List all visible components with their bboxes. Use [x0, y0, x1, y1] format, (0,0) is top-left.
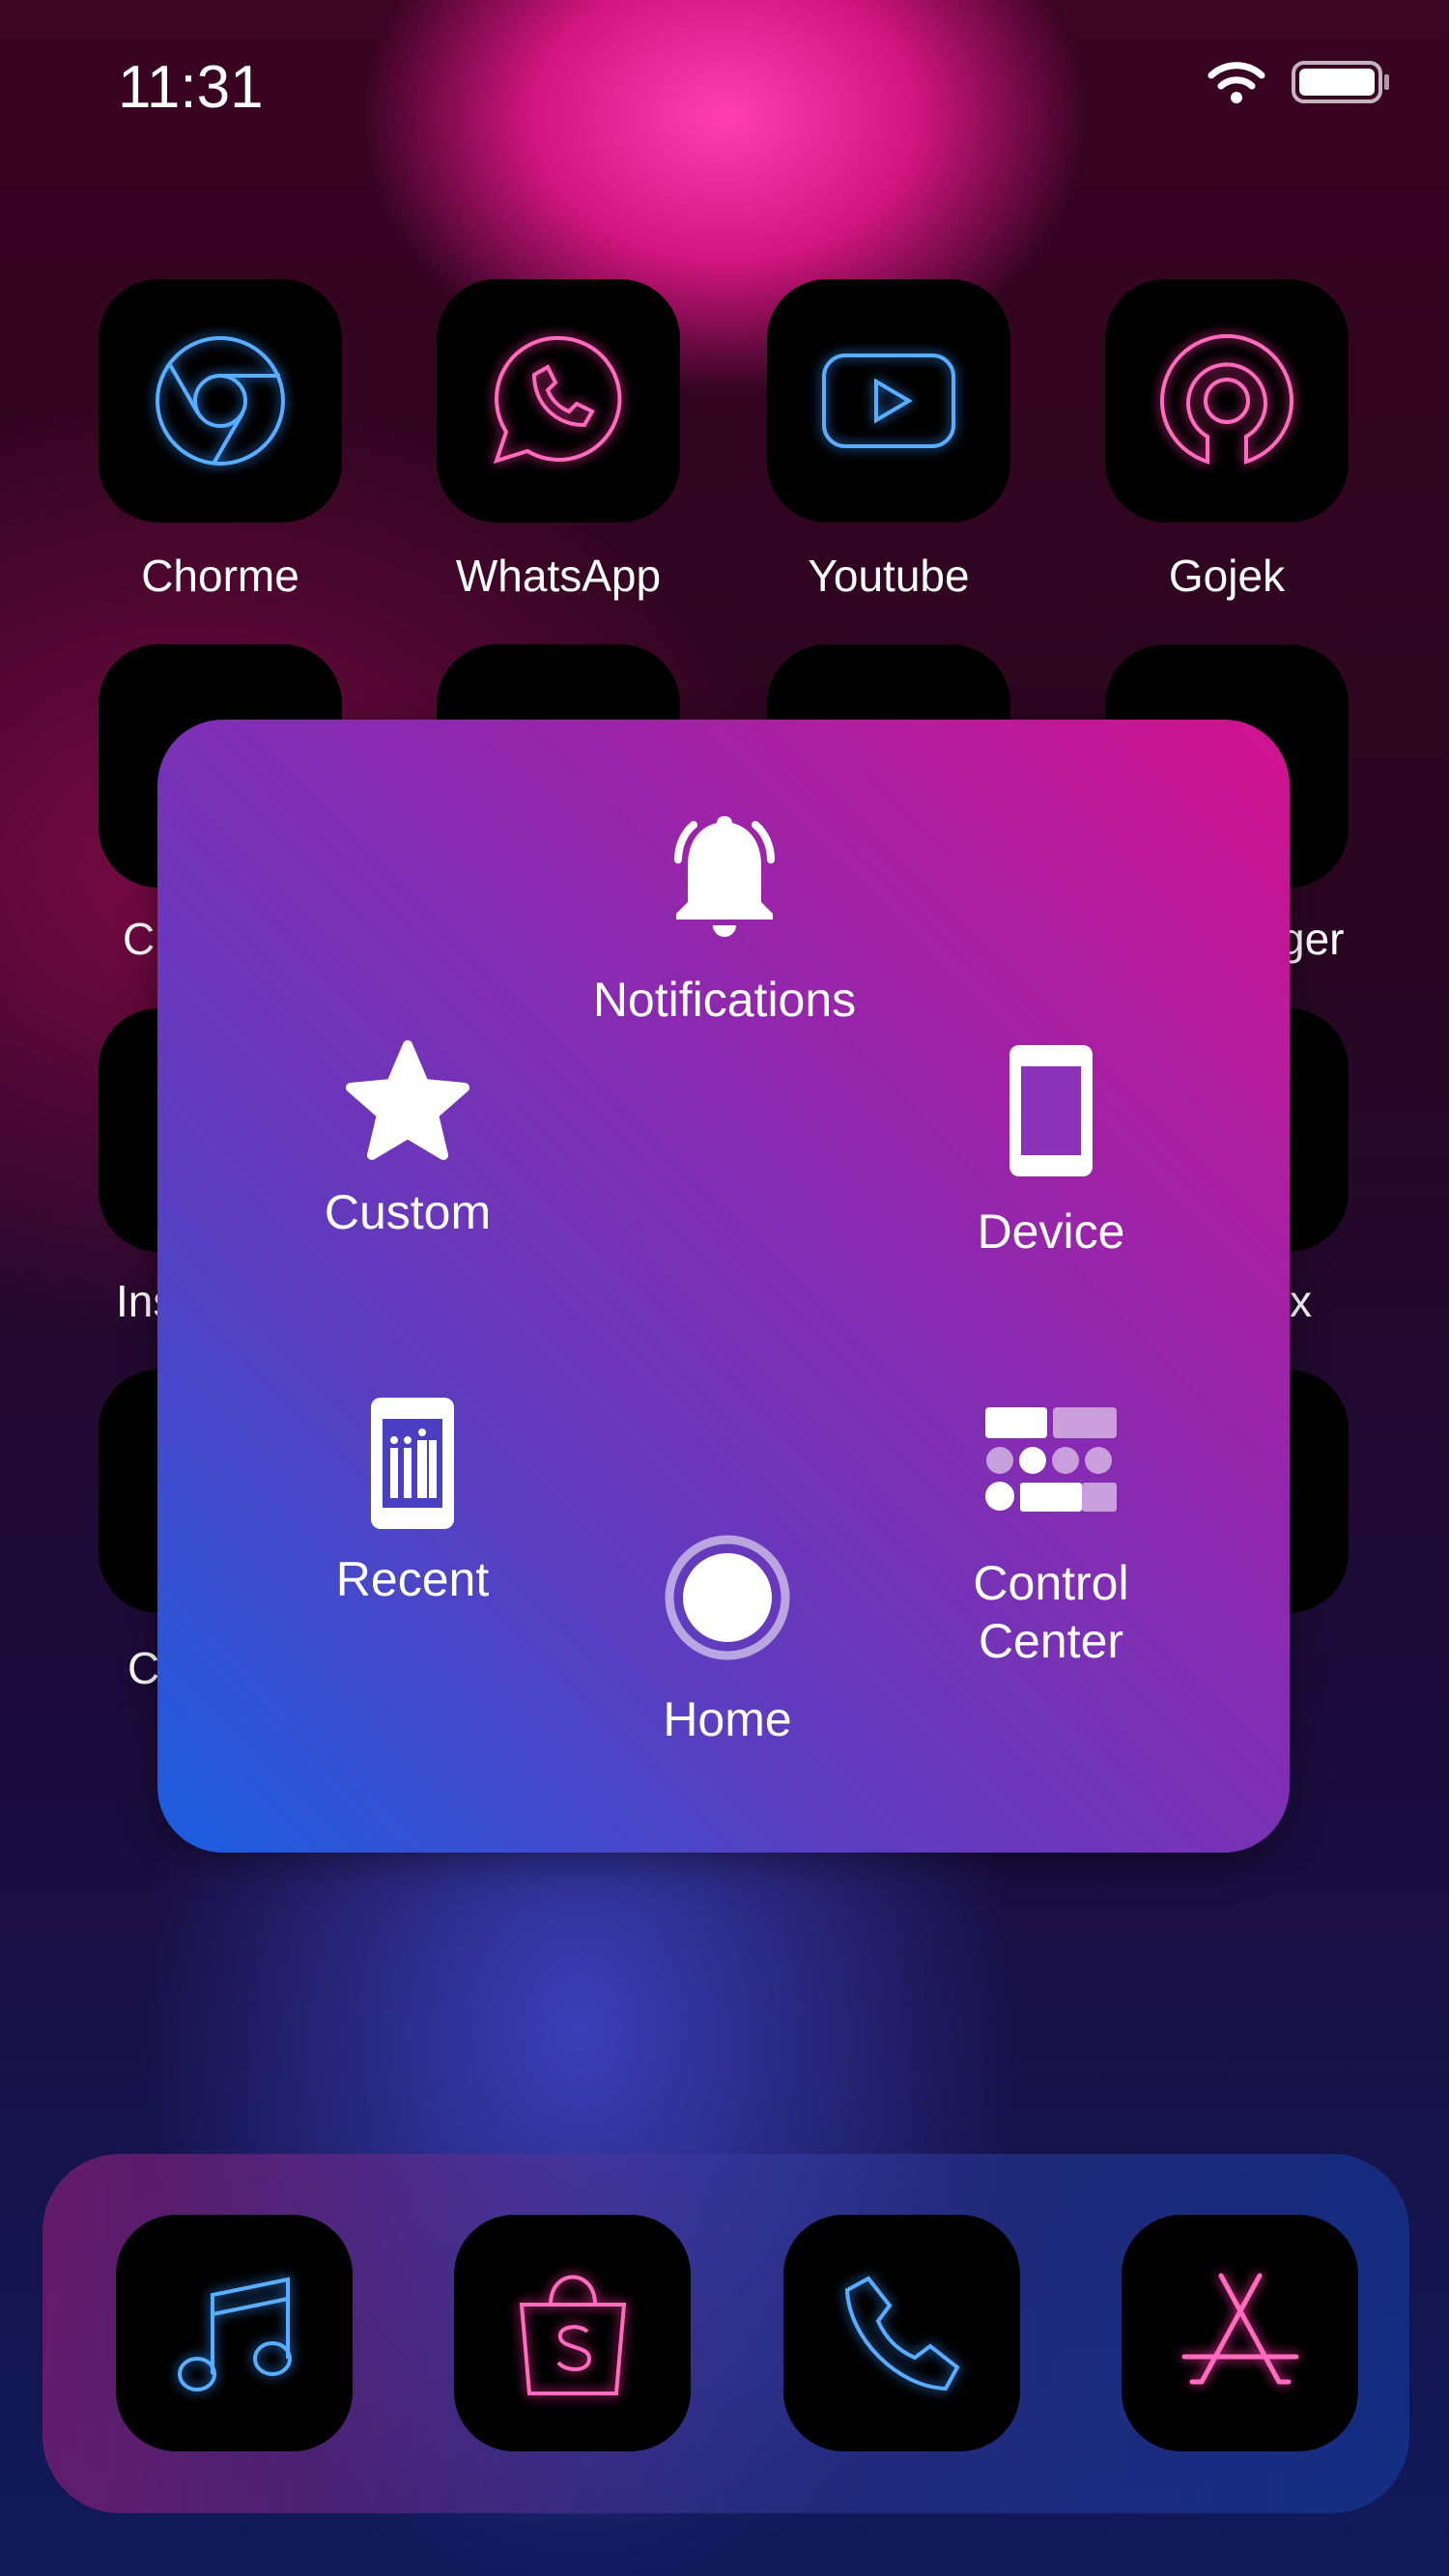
menu-notifications[interactable]: Notifications — [531, 807, 918, 1029]
star-icon — [346, 1040, 469, 1160]
app-chrome[interactable]: Chorme — [99, 279, 342, 602]
dock-app-shopee[interactable] — [454, 2215, 691, 2451]
assistive-touch-menu: Notifications Custom Device Recent Contr… — [157, 720, 1290, 1853]
app-store-icon — [1181, 2273, 1298, 2384]
menu-device[interactable]: Device — [858, 1043, 1244, 1260]
status-time: 11:31 — [118, 54, 264, 121]
status-icons — [1208, 60, 1391, 104]
dock-app-app-store[interactable] — [1122, 2215, 1358, 2451]
app-label-fragment: C — [128, 1643, 160, 1693]
shopee-icon — [519, 2275, 626, 2395]
device-icon — [1009, 1045, 1093, 1176]
menu-label: Device — [977, 1204, 1125, 1259]
app-label-fragment: x — [1290, 1276, 1312, 1326]
app-whatsapp[interactable]: WhatsApp — [437, 279, 680, 602]
app-label-fragment: C — [123, 914, 156, 964]
whatsapp-icon — [493, 335, 622, 465]
bell-icon — [674, 816, 775, 937]
battery-icon — [1292, 61, 1389, 103]
app-gojek[interactable]: Gojek — [1105, 279, 1349, 602]
app-youtube[interactable]: Youtube — [767, 279, 1010, 602]
dock — [43, 2154, 1409, 2513]
wifi-icon — [1208, 62, 1265, 103]
menu-label: Custom — [324, 1185, 492, 1239]
youtube-icon — [822, 354, 955, 448]
dock-app-phone[interactable] — [783, 2215, 1020, 2451]
gojek-icon — [1159, 334, 1294, 465]
music-icon — [177, 2277, 292, 2392]
app-label: Youtube — [808, 551, 970, 601]
menu-label: Home — [663, 1692, 792, 1746]
menu-home[interactable]: Home — [534, 1534, 921, 1748]
home-button-icon — [665, 1535, 790, 1660]
app-label: WhatsApp — [455, 551, 662, 601]
app-label: Gojek — [1168, 551, 1286, 601]
menu-custom[interactable]: Custom — [214, 1033, 601, 1241]
menu-label: Notifications — [592, 973, 857, 1027]
app-label: Chorme — [141, 551, 299, 601]
control-center-icon — [985, 1407, 1117, 1512]
phone-icon — [844, 2275, 960, 2391]
chrome-icon — [156, 336, 285, 466]
recent-icon — [371, 1398, 454, 1529]
dock-app-music[interactable] — [116, 2215, 353, 2451]
